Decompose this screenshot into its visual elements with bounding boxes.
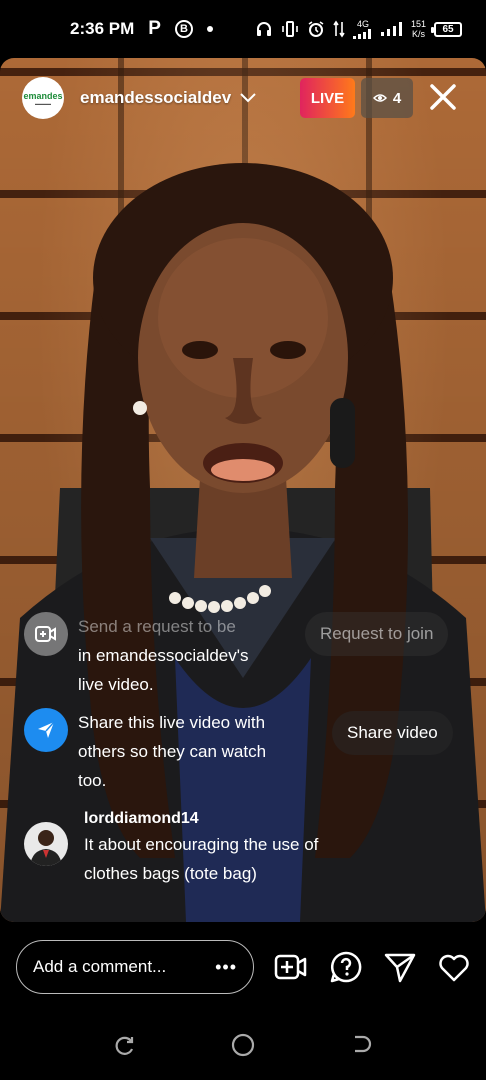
send-icon bbox=[24, 708, 68, 752]
home-icon[interactable] bbox=[231, 1033, 255, 1057]
heart-icon[interactable] bbox=[437, 950, 471, 984]
back-icon[interactable] bbox=[350, 1033, 374, 1057]
share-text-line3: too. bbox=[78, 771, 107, 790]
close-icon[interactable] bbox=[428, 82, 458, 112]
request-text-line1: Send a request to be bbox=[78, 617, 236, 636]
chevron-down-icon[interactable] bbox=[239, 92, 257, 104]
notification-dot-icon bbox=[206, 26, 213, 32]
signal-2-icon bbox=[380, 22, 402, 36]
data-arrows-icon bbox=[333, 20, 345, 38]
system-nav-bar bbox=[0, 1010, 486, 1080]
comment-text-line1: It about encouraging the use of bbox=[84, 835, 319, 854]
share-text-line1: Share this live video with bbox=[78, 713, 266, 732]
share-video-button[interactable]: Share video bbox=[332, 711, 453, 755]
comment-text-line2: clothes bags (tote bag) bbox=[84, 864, 257, 883]
viewer-count: 4 bbox=[392, 89, 402, 107]
add-video-icon[interactable] bbox=[274, 950, 308, 984]
host-avatar[interactable]: emandes ▬▬▬▬ bbox=[22, 77, 64, 119]
comment-input[interactable]: Add a comment... ••• bbox=[16, 940, 254, 994]
request-join-item: Send a request to be in emandessocialdev… bbox=[24, 612, 249, 699]
headphones-icon bbox=[256, 22, 271, 36]
network-type: 4G bbox=[352, 19, 373, 39]
host-logo-text: emandes bbox=[23, 90, 63, 101]
request-text-line2: in emandessocialdev's bbox=[78, 646, 249, 665]
recent-apps-icon[interactable] bbox=[112, 1033, 136, 1057]
network-speed: 151 K/s bbox=[410, 19, 426, 39]
status-time: 2:36 PM bbox=[70, 19, 135, 38]
share-text-line2: others so they can watch bbox=[78, 742, 267, 761]
status-bar: 2:36 PM P B 4G 151 K/s 65 bbox=[0, 0, 486, 58]
vibrate-icon bbox=[282, 21, 298, 37]
comment-placeholder: Add a comment... bbox=[33, 957, 167, 976]
live-header: emandes ▬▬▬▬ emandessocialdev LIVE 4 bbox=[0, 70, 486, 126]
request-text-line3: live video. bbox=[78, 675, 154, 694]
eye-icon bbox=[372, 94, 387, 102]
commenter-avatar[interactable] bbox=[24, 822, 68, 866]
more-options-button[interactable]: ••• bbox=[215, 957, 237, 978]
host-username[interactable]: emandessocialdev bbox=[80, 88, 231, 108]
live-badge: LIVE bbox=[300, 78, 355, 118]
signal-icon bbox=[352, 29, 371, 39]
question-icon[interactable] bbox=[329, 950, 363, 984]
share-video-item: Share this live video with others so the… bbox=[24, 708, 266, 795]
send-icon[interactable] bbox=[383, 950, 417, 984]
parking-app-icon: P bbox=[148, 18, 161, 39]
viewer-count-badge[interactable]: 4 bbox=[361, 78, 413, 118]
b-app-icon: B bbox=[174, 20, 193, 38]
comment-item: lorddiamond14 It about encouraging the u… bbox=[24, 808, 318, 888]
comment-username[interactable]: lorddiamond14 bbox=[84, 808, 318, 830]
alarm-icon bbox=[308, 21, 324, 37]
battery-icon: 65 bbox=[431, 21, 462, 37]
request-to-join-button[interactable]: Request to join bbox=[305, 612, 449, 656]
add-video-icon bbox=[24, 612, 68, 656]
